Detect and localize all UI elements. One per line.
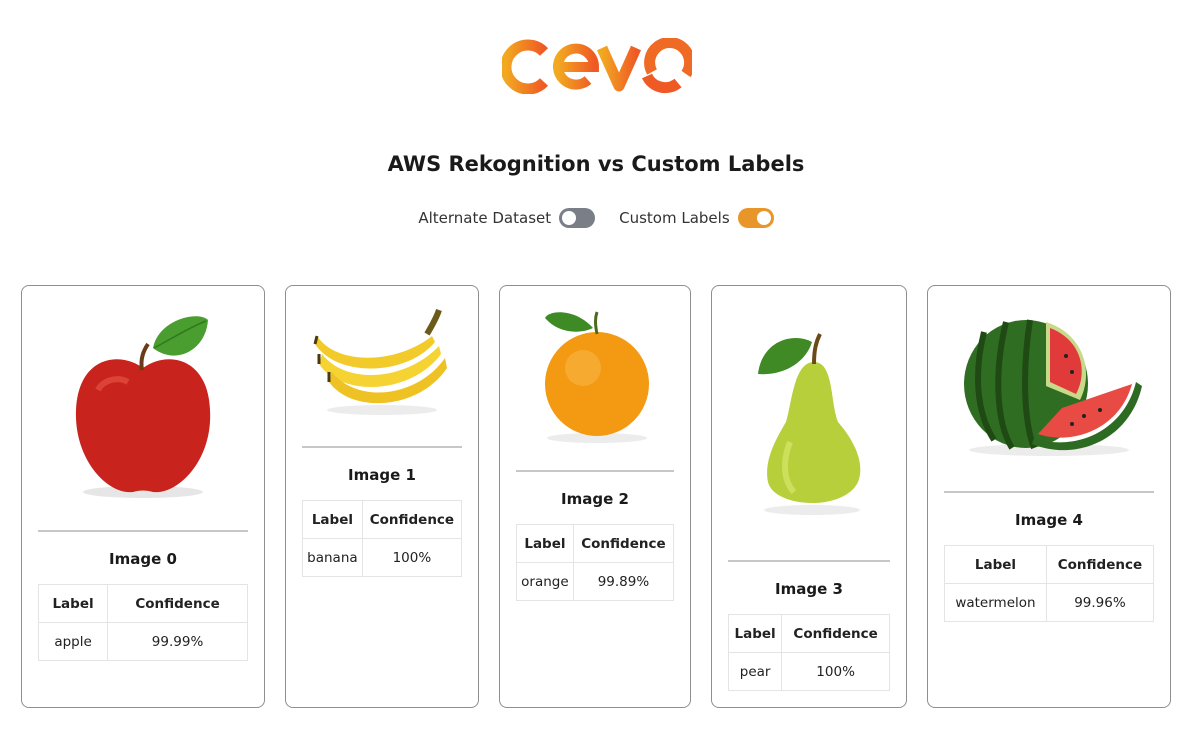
table-row: banana 100% [302, 538, 463, 577]
label-header: Label [516, 524, 574, 563]
image-title: Image 4 [1015, 511, 1083, 529]
custom-labels-toggle[interactable] [737, 208, 774, 228]
card-divider [944, 491, 1154, 493]
confidence-header: Confidence [572, 524, 675, 563]
pear-image [758, 333, 861, 515]
apple-image [75, 316, 211, 498]
image-title: Image 2 [561, 490, 629, 508]
confidence-header: Confidence [107, 584, 248, 623]
results-table: Label Confidence pear 100% [727, 614, 890, 691]
alternate-dataset-toggle[interactable] [559, 208, 596, 228]
table-row: orange 99.89% [516, 562, 675, 601]
results-table: Label Confidence apple 99.99% [37, 584, 248, 661]
banana-image [313, 309, 447, 415]
table-row: pear 100% [727, 652, 890, 691]
image-title: Image 0 [109, 550, 177, 568]
image-title: Image 3 [775, 580, 843, 598]
confidence-header: Confidence [1045, 545, 1155, 584]
toggle-knob [756, 211, 771, 225]
table-row: watermelon 99.96% [944, 583, 1155, 622]
label-cell: apple [37, 622, 109, 661]
confidence-header: Confidence [361, 500, 463, 539]
label-header: Label [302, 500, 363, 539]
label-cell: banana [302, 538, 363, 577]
toggle-knob [562, 211, 577, 225]
alternate-dataset-label: Alternate Dataset [418, 209, 552, 227]
confidence-cell: 99.96% [1045, 583, 1155, 622]
results-table: Label Confidence watermelon 99.96% [944, 545, 1155, 622]
results-table: Label Confidence orange 99.89% [516, 524, 675, 601]
image-title: Image 1 [348, 466, 416, 484]
confidence-cell: 99.89% [572, 562, 675, 601]
confidence-cell: 100% [781, 652, 890, 691]
custom-labels-label: Custom Labels [619, 209, 730, 227]
page-title: AWS Rekognition vs Custom Labels [387, 152, 805, 176]
orange-image [545, 311, 649, 443]
image-card-1: Image 1 Label Confidence banana 100% [285, 285, 479, 708]
confidence-cell: 100% [361, 538, 463, 577]
label-cell: watermelon [944, 583, 1047, 622]
card-divider [38, 530, 248, 532]
confidence-header: Confidence [781, 614, 890, 653]
results-table: Label Confidence banana 100% [302, 500, 463, 577]
card-divider [728, 560, 890, 562]
image-card-3: Image 3 Label Confidence pear 100% [711, 285, 907, 708]
toggle-bar: Alternate Dataset Custom Labels [0, 208, 1192, 228]
cevo-logo [502, 38, 692, 94]
custom-labels-toggle-group: Custom Labels [619, 208, 774, 228]
label-header: Label [727, 614, 783, 653]
confidence-cell: 99.99% [107, 622, 248, 661]
image-card-2: Image 2 Label Confidence orange 99.89% [499, 285, 691, 708]
label-cell: orange [516, 562, 574, 601]
label-header: Label [944, 545, 1047, 584]
table-row: apple 99.99% [37, 622, 248, 661]
image-card-4: Image 4 Label Confidence watermelon 99.96% [927, 285, 1171, 708]
card-divider [302, 446, 462, 448]
label-header: Label [37, 584, 109, 623]
label-cell: pear [727, 652, 783, 691]
watermelon-image [964, 319, 1142, 456]
alternate-dataset-toggle-group: Alternate Dataset [418, 208, 596, 228]
card-divider [516, 470, 674, 472]
image-card-0: Image 0 Label Confidence apple 99.99% [21, 285, 265, 708]
